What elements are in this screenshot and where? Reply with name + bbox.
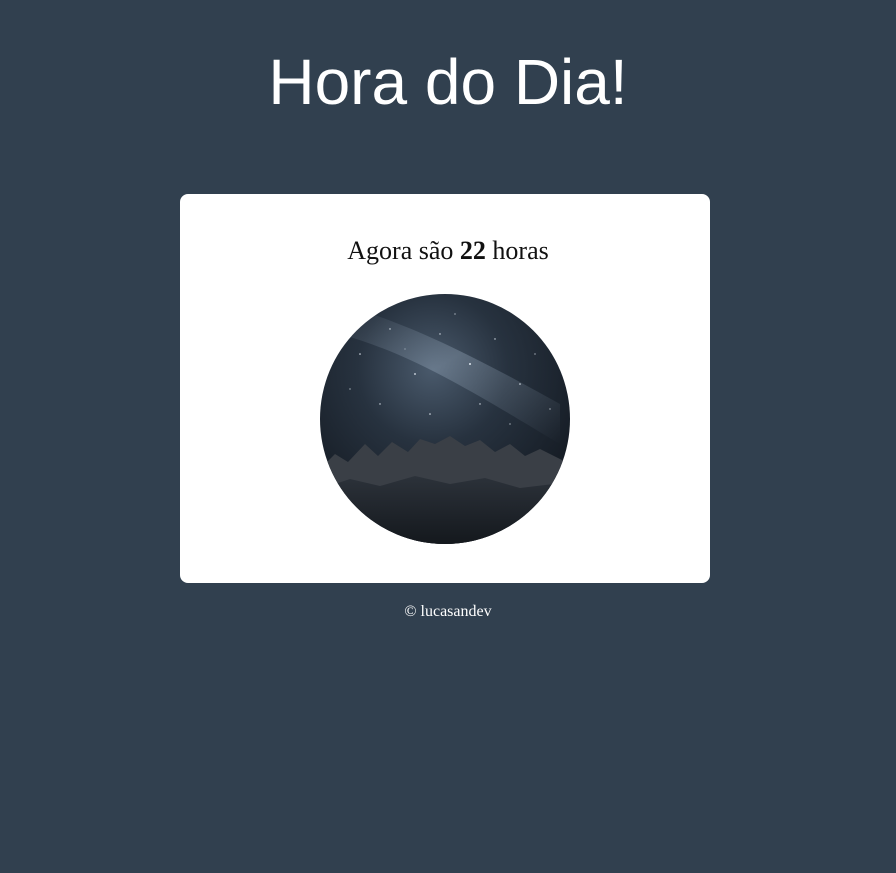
night-sky-mountains-image [320, 294, 570, 544]
hour-message-suffix: horas [492, 236, 549, 265]
hour-message: Agora são 22 horas [0, 234, 896, 268]
hour-value: 22 [459, 236, 486, 265]
footer-copyright: © lucasandev [404, 603, 492, 620]
hour-message-prefix: Agora são [347, 236, 454, 265]
page-title: Hora do Dia! [268, 46, 628, 118]
